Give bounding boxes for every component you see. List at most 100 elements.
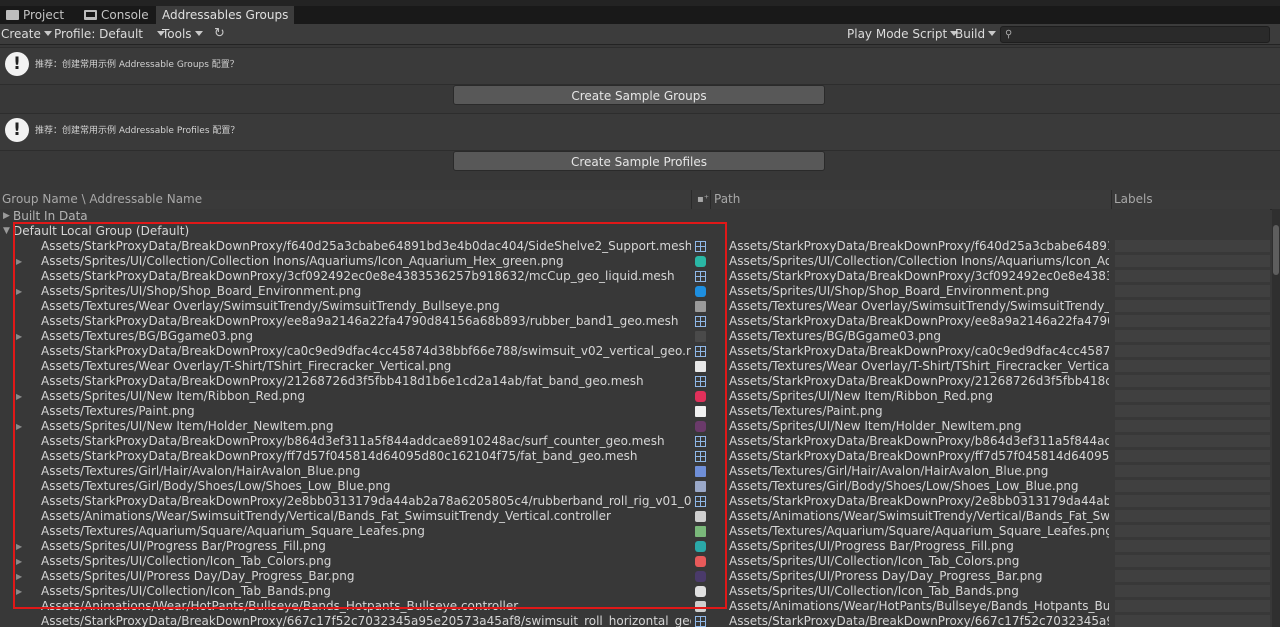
expand-arrow-icon[interactable]: ▶ [16,554,22,569]
entry-labels-field[interactable] [1115,315,1270,327]
addressables-toolbar: Create Profile: Default Tools ↻ Play Mod… [0,24,1280,45]
entry-labels-field[interactable] [1115,435,1270,447]
column-separator[interactable] [1111,190,1112,209]
entry-row[interactable]: ▶ Assets/Sprites/UI/Shop/Shop_Board_Envir… [0,284,1270,299]
build-dropdown[interactable]: Build [955,24,997,44]
entry-labels-field[interactable] [1115,540,1270,552]
entry-labels-field[interactable] [1115,615,1270,627]
entry-row[interactable]: Assets/StarkProxyData/BreakDownProxy/667… [0,614,1270,627]
create-sample-groups-button[interactable]: Create Sample Groups [453,85,825,105]
entry-labels-field[interactable] [1115,600,1270,612]
expand-arrow-icon[interactable]: ▶ [16,389,22,404]
entry-row[interactable]: Assets/StarkProxyData/BreakDownProxy/212… [0,374,1270,389]
entry-row[interactable]: ▶ Assets/Sprites/UI/New Item/Holder_NewIt… [0,419,1270,434]
entry-labels-field[interactable] [1115,300,1270,312]
entry-row[interactable]: Assets/StarkProxyData/BreakDownProxy/3cf… [0,269,1270,284]
entry-labels-field[interactable] [1115,510,1270,522]
column-separator[interactable] [691,190,692,209]
entry-labels-field[interactable] [1115,240,1270,252]
entry-path: Assets/Textures/Aquarium/Square/Aquarium… [729,524,1109,538]
entry-path: Assets/Sprites/UI/Collection/Icon_Tab_Ba… [729,584,1019,598]
entry-labels-field[interactable] [1115,420,1270,432]
entry-row[interactable]: Assets/Textures/Girl/Body/Shoes/Low/Shoe… [0,479,1270,494]
entry-row[interactable]: ▶ Assets/Sprites/UI/Collection/Icon_Tab_B… [0,584,1270,599]
expand-arrow-icon[interactable]: ▶ [16,539,22,554]
group-built-in-data[interactable]: ▶ Built In Data [0,209,1270,224]
entry-row[interactable]: ▶ Assets/Sprites/UI/Collection/Collection… [0,254,1270,269]
entry-labels-field[interactable] [1115,495,1270,507]
folder-icon [6,10,19,20]
expand-arrow-icon[interactable]: ▶ [3,209,10,224]
sprite-thumbnail-icon [695,391,706,402]
entry-labels-field[interactable] [1115,285,1270,297]
refresh-icon[interactable]: ↻ [214,26,225,42]
entry-row[interactable]: Assets/Animations/Wear/HotPants/Bullseye… [0,599,1270,614]
column-path[interactable]: Path [714,190,740,209]
entry-row[interactable]: ▶ Assets/Textures/BG/BGgame03.png Assets/T… [0,329,1270,344]
expand-arrow-icon[interactable]: ▶ [16,419,22,434]
entry-row[interactable]: Assets/StarkProxyData/BreakDownProxy/2e8… [0,494,1270,509]
tab-console[interactable]: Console [78,6,155,24]
entry-labels-field[interactable] [1115,345,1270,357]
create-label: Create [1,27,41,41]
collapse-arrow-icon[interactable]: ▼ [3,224,10,239]
entry-row[interactable]: Assets/StarkProxyData/BreakDownProxy/ee8… [0,314,1270,329]
entry-row[interactable]: ▶ Assets/Sprites/UI/Collection/Icon_Tab_C… [0,554,1270,569]
expand-arrow-icon[interactable]: ▶ [16,284,22,299]
entry-row[interactable]: Assets/Textures/Girl/Hair/Avalon/HairAva… [0,464,1270,479]
entry-labels-field[interactable] [1115,360,1270,372]
entry-labels-field[interactable] [1115,480,1270,492]
entry-labels-field[interactable] [1115,525,1270,537]
entry-labels-field[interactable] [1115,570,1270,582]
tab-project[interactable]: Project [0,6,70,24]
entry-name: Assets/Textures/Girl/Body/Shoes/Low/Shoe… [41,479,391,493]
type-column-icon[interactable]: ▪⁺ [697,190,709,209]
vertical-scrollbar[interactable] [1272,209,1280,627]
play-mode-script-dropdown[interactable]: Play Mode Script [847,24,959,44]
search-input[interactable]: ⚲ [1000,26,1270,43]
expand-arrow-icon[interactable]: ▶ [16,569,22,584]
column-labels[interactable]: Labels [1114,190,1153,209]
entry-labels-field[interactable] [1115,270,1270,282]
entry-row[interactable]: ▶ Assets/Sprites/UI/Proress Day/Day_Progr… [0,569,1270,584]
sprite-thumbnail-icon [695,421,706,432]
entry-row[interactable]: Assets/Textures/Wear Overlay/SwimsuitTre… [0,299,1270,314]
entry-row[interactable]: ▶ Assets/Sprites/UI/New Item/Ribbon_Red.p… [0,389,1270,404]
profile-dropdown[interactable]: Profile: Default [54,24,166,44]
entry-labels-field[interactable] [1115,405,1270,417]
entry-row[interactable]: Assets/StarkProxyData/BreakDownProxy/ca0… [0,344,1270,359]
entry-labels-field[interactable] [1115,375,1270,387]
tab-addressables-groups-label: Addressables Groups [162,8,289,22]
entry-labels-field[interactable] [1115,465,1270,477]
entry-labels-field[interactable] [1115,555,1270,567]
entry-row[interactable]: Assets/Animations/Wear/SwimsuitTrendy/Ve… [0,509,1270,524]
expand-arrow-icon[interactable]: ▶ [16,254,22,269]
column-group-name[interactable]: Group Name \ Addressable Name [2,190,202,209]
entry-row[interactable]: Assets/Textures/Aquarium/Square/Aquarium… [0,524,1270,539]
mesh-icon [695,241,706,252]
entry-labels-field[interactable] [1115,450,1270,462]
create-sample-profiles-button[interactable]: Create Sample Profiles [453,151,825,171]
scrollbar-thumb[interactable] [1273,225,1279,275]
entry-row[interactable]: ▶ Assets/Sprites/UI/Progress Bar/Progress… [0,539,1270,554]
group-default-local[interactable]: ▼ Default Local Group (Default) [0,224,1270,239]
expand-arrow-icon[interactable]: ▶ [16,329,22,344]
column-separator[interactable] [710,190,711,209]
entry-row[interactable]: Assets/StarkProxyData/BreakDownProxy/f64… [0,239,1270,254]
play-mode-script-label: Play Mode Script [847,27,948,41]
entry-row[interactable]: Assets/StarkProxyData/BreakDownProxy/b86… [0,434,1270,449]
expand-arrow-icon[interactable]: ▶ [16,584,22,599]
tools-dropdown[interactable]: Tools [162,24,203,44]
entry-row[interactable]: Assets/Textures/Wear Overlay/T-Shirt/TSh… [0,359,1270,374]
entry-labels-field[interactable] [1115,390,1270,402]
create-dropdown[interactable]: Create [1,24,52,44]
tab-addressables-groups[interactable]: Addressables Groups [156,6,295,24]
entry-name: Assets/StarkProxyData/BreakDownProxy/3cf… [41,269,675,283]
entry-row[interactable]: Assets/Textures/Paint.png Assets/Textures… [0,404,1270,419]
entry-labels-field[interactable] [1115,255,1270,267]
entry-name: Assets/Sprites/UI/New Item/Ribbon_Red.pn… [41,389,305,403]
entry-row[interactable]: Assets/StarkProxyData/BreakDownProxy/ff7… [0,449,1270,464]
entry-labels-field[interactable] [1115,330,1270,342]
sample-groups-message: 推荐：创建常用示例 Addressable Groups 配置？ [35,60,239,70]
entry-labels-field[interactable] [1115,585,1270,597]
